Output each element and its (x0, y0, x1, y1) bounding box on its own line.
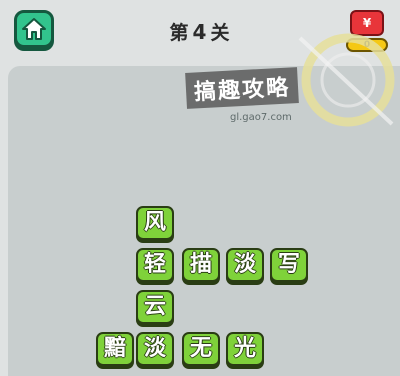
tile-6[interactable]: 云 (136, 290, 174, 324)
tile-9[interactable]: 无 (182, 332, 220, 366)
level-title: 第4关 (150, 18, 250, 45)
coin-shop-button[interactable]: ¥ 0 (346, 10, 388, 52)
tile-10[interactable]: 光 (226, 332, 264, 366)
coin-count: 0 (346, 38, 388, 52)
home-button[interactable] (14, 10, 54, 48)
level-number: 4 (192, 20, 208, 44)
level-prefix: 第 (169, 22, 190, 44)
tile-8[interactable]: 淡 (136, 332, 174, 366)
tile-1[interactable]: 风 (136, 206, 174, 240)
tile-3[interactable]: 描 (182, 248, 220, 282)
home-icon (22, 18, 46, 40)
tile-7[interactable]: 黯 (96, 332, 134, 366)
tile-5[interactable]: 写 (270, 248, 308, 282)
game-board (8, 66, 400, 376)
tile-2[interactable]: 轻 (136, 248, 174, 282)
currency-icon: ¥ (350, 10, 384, 36)
level-suffix: 关 (210, 22, 231, 44)
tile-4[interactable]: 淡 (226, 248, 264, 282)
